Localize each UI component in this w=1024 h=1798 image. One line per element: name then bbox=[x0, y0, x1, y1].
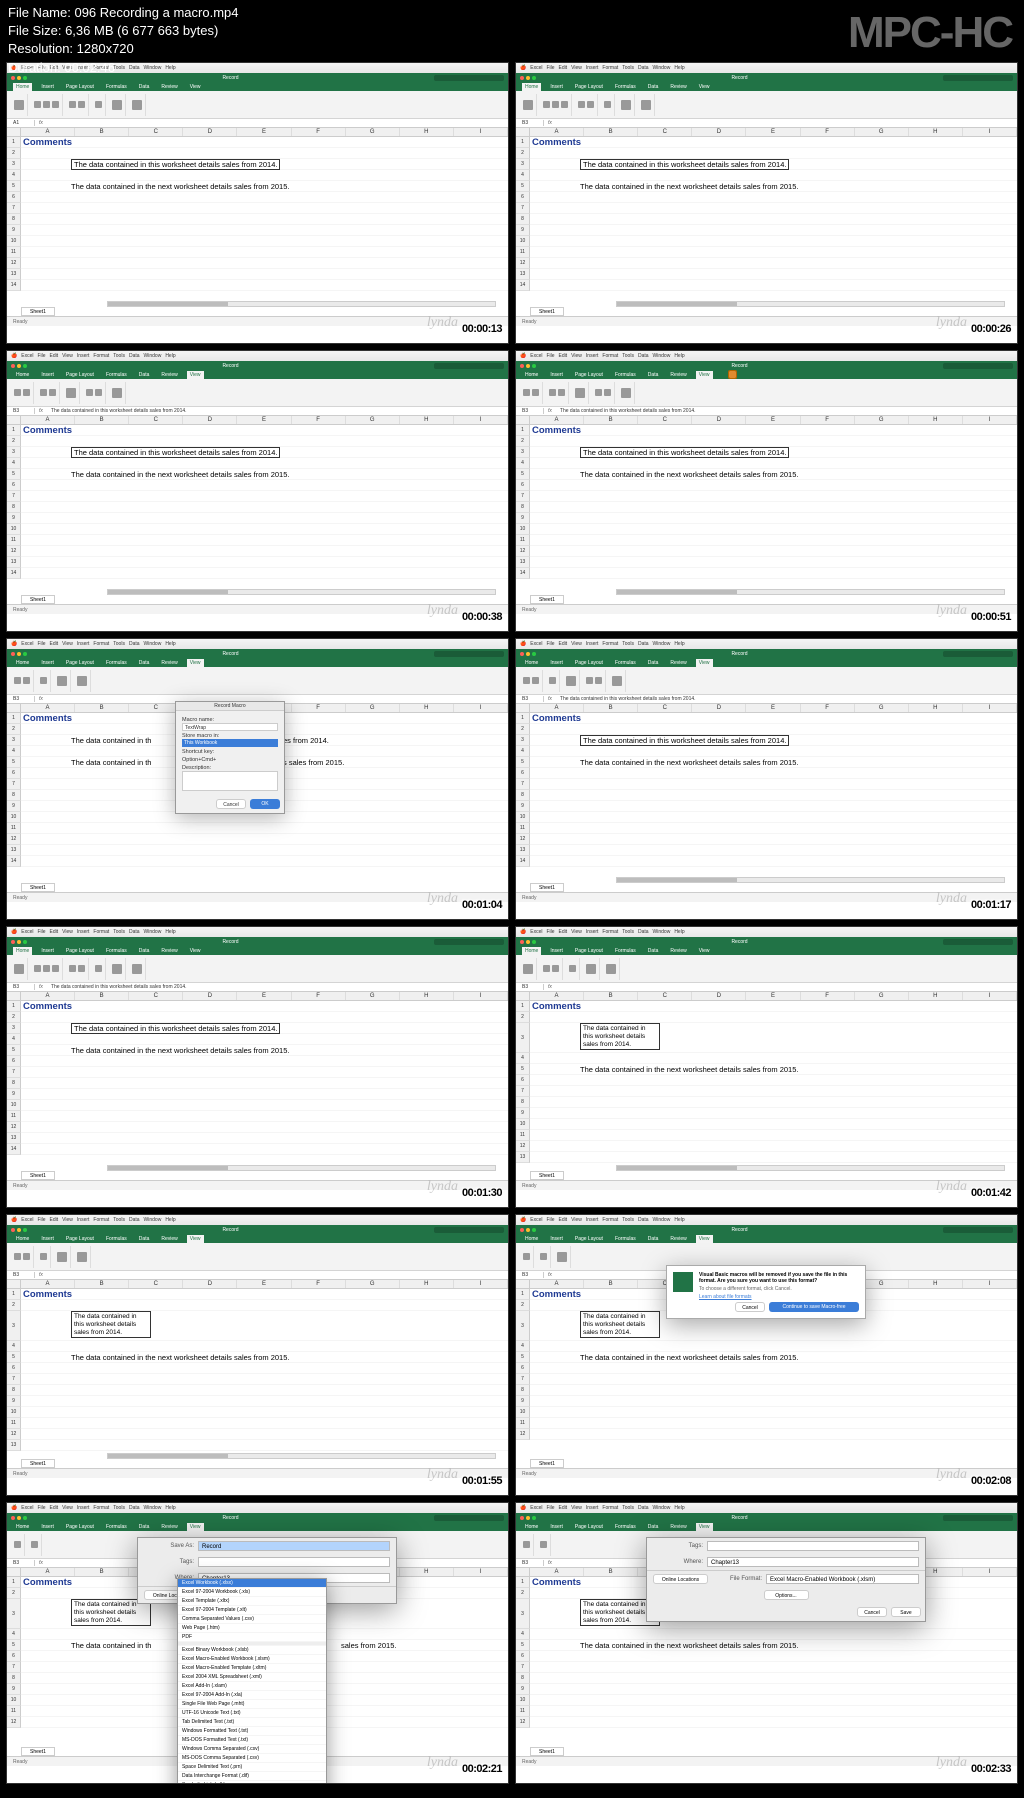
thumbnail-3[interactable]: 🍎ExcelFileEditViewInsertFormatToolsDataW… bbox=[6, 350, 509, 632]
thumbnail-9[interactable]: 🍎ExcelFileEditViewInsertFormatToolsDataW… bbox=[6, 1214, 509, 1496]
macro-warning-dialog[interactable]: Visual Basic macros will be removed if y… bbox=[666, 1265, 866, 1319]
thumbnail-12[interactable]: 🍎ExcelFileEditViewInsertFormatToolsDataW… bbox=[515, 1502, 1018, 1784]
alert-hint: To choose a different format, click Canc… bbox=[699, 1286, 859, 1292]
macros-icon[interactable] bbox=[112, 388, 122, 398]
tab-page-layout[interactable]: Page Layout bbox=[63, 83, 97, 91]
mac-menubar: 🍎ExcelFileEditViewInsertFormatToolsDataW… bbox=[516, 63, 1017, 73]
tab-formulas[interactable]: Formulas bbox=[103, 83, 130, 91]
align-icon[interactable] bbox=[69, 101, 76, 108]
file-info-overlay: File Name: 096 Recording a macro.mp4 Fil… bbox=[8, 4, 239, 77]
thumbnail-8[interactable]: 🍎ExcelFileEditViewInsertFormatToolsDataW… bbox=[515, 926, 1018, 1208]
alert-continue-button[interactable]: Continue to save Macro-free bbox=[769, 1302, 859, 1312]
comments-heading[interactable]: Comments bbox=[21, 137, 508, 148]
thumbnail-4[interactable]: 🍎ExcelFileEditViewInsertFormatToolsDataW… bbox=[515, 350, 1018, 632]
select-store-in[interactable]: This Workbook bbox=[182, 739, 278, 747]
tab-view[interactable]: View bbox=[187, 83, 204, 91]
underline-icon[interactable] bbox=[52, 101, 59, 108]
alert-text: Visual Basic macros will be removed if y… bbox=[699, 1272, 859, 1284]
formula-bar[interactable]: A1fx bbox=[7, 119, 508, 128]
bold-icon[interactable] bbox=[34, 101, 41, 108]
tab-view-active[interactable]: View bbox=[187, 371, 204, 379]
name-box[interactable]: A1 bbox=[11, 120, 35, 126]
thumbnail-7[interactable]: 🍎ExcelFileEditViewInsertFormatToolsDataW… bbox=[6, 926, 509, 1208]
thumbnail-2[interactable]: 🍎ExcelFileEditViewInsertFormatToolsDataW… bbox=[515, 62, 1018, 344]
input-macro-name[interactable]: TextWrap bbox=[182, 723, 278, 731]
input-description[interactable] bbox=[182, 771, 278, 791]
thumbnail-10[interactable]: 🍎ExcelFileEditViewInsertFormatToolsDataW… bbox=[515, 1214, 1018, 1496]
file-name-line: File Name: 096 Recording a macro.mp4 bbox=[8, 4, 239, 22]
cell-b3[interactable]: The data contained in this worksheet det… bbox=[71, 159, 280, 170]
ribbon[interactable] bbox=[7, 91, 508, 119]
styles-icon[interactable] bbox=[112, 100, 122, 110]
thumbnail-11[interactable]: 🍎ExcelFileEditViewInsertFormatToolsDataW… bbox=[6, 1502, 509, 1784]
file-size-line: File Size: 6,36 MB (6 677 663 bytes) bbox=[8, 22, 239, 40]
resolution-line: Resolution: 1280x720 bbox=[8, 40, 239, 58]
wrapped-cell[interactable]: The data contained in this worksheet det… bbox=[580, 1023, 660, 1050]
alert-link[interactable]: Learn about file formats bbox=[699, 1294, 859, 1300]
record-macro-dialog[interactable]: Record Macro Macro name: TextWrap Store … bbox=[175, 701, 285, 814]
thumbnail-6[interactable]: 🍎ExcelFileEditViewInsertFormatToolsDataW… bbox=[515, 638, 1018, 920]
italic-icon[interactable] bbox=[43, 101, 50, 108]
format-option-selected[interactable]: Excel Workbook (.xlsx) bbox=[178, 1579, 326, 1588]
ribbon-tabs[interactable]: Home Insert Page Layout Formulas Data Review V… bbox=[7, 82, 508, 91]
alert-cancel-button[interactable]: Cancel bbox=[735, 1302, 765, 1312]
app-logo: MPC-HC bbox=[848, 8, 1012, 58]
number-icon[interactable] bbox=[95, 101, 102, 108]
save-as-input[interactable]: Record bbox=[198, 1541, 390, 1551]
save-button[interactable]: Save bbox=[891, 1607, 921, 1617]
excel-app-icon bbox=[673, 1272, 693, 1292]
label-shortcut: Shortcut key: bbox=[182, 749, 278, 755]
save-as-dialog[interactable]: Tags: Where:Chapter13 Online LocationsFi… bbox=[646, 1537, 926, 1622]
paste-icon[interactable] bbox=[14, 100, 24, 110]
ok-button[interactable]: OK bbox=[250, 799, 280, 809]
value-shortcut: Option+Cmd+ bbox=[182, 757, 278, 763]
cells-icon[interactable] bbox=[132, 100, 142, 110]
tab-review[interactable]: Review bbox=[158, 83, 180, 91]
tags-input[interactable] bbox=[198, 1557, 390, 1567]
dialog-title: Record Macro bbox=[176, 702, 284, 711]
file-format-dropdown[interactable]: Excel Workbook (.xlsx) Excel 97-2004 Wor… bbox=[177, 1578, 327, 1784]
horizontal-scrollbar[interactable] bbox=[107, 301, 496, 307]
watermark: lynda bbox=[427, 315, 458, 331]
fx-icon[interactable]: fx bbox=[35, 120, 47, 126]
tab-home[interactable]: Home bbox=[13, 83, 32, 91]
tab-insert[interactable]: Insert bbox=[38, 83, 57, 91]
tab-data[interactable]: Data bbox=[136, 83, 153, 91]
worksheet[interactable]: ABCDEFGHI 1Comments 2 3The data containe… bbox=[7, 128, 508, 326]
search-input[interactable] bbox=[434, 75, 504, 81]
cancel-button[interactable]: Cancel bbox=[216, 799, 246, 809]
options-button[interactable]: Options... bbox=[764, 1590, 809, 1600]
thumbnail-grid: 🍎ExcelFileEditViewInsertFormatToolsDataW… bbox=[6, 62, 1018, 1784]
file-format-select[interactable]: Excel Macro-Enabled Workbook (.xlsm) bbox=[766, 1574, 919, 1584]
save-cancel-button[interactable]: Cancel bbox=[857, 1607, 887, 1617]
timestamp: 00:00:13 bbox=[462, 323, 502, 335]
cell-b5[interactable]: The data contained in the next worksheet… bbox=[71, 181, 289, 192]
thumbnail-5[interactable]: 🍎ExcelFileEditViewInsertFormatToolsDataW… bbox=[6, 638, 509, 920]
wrap-icon[interactable] bbox=[78, 101, 85, 108]
duration-line: Duration: 00:02:46 bbox=[8, 59, 239, 77]
thumbnail-1[interactable]: 🍎ExcelFileEditViewInsertFormatToolsDataW… bbox=[6, 62, 509, 344]
sheet-tab[interactable]: Sheet1 bbox=[21, 307, 55, 316]
record-macro-highlight-icon[interactable] bbox=[729, 371, 736, 378]
